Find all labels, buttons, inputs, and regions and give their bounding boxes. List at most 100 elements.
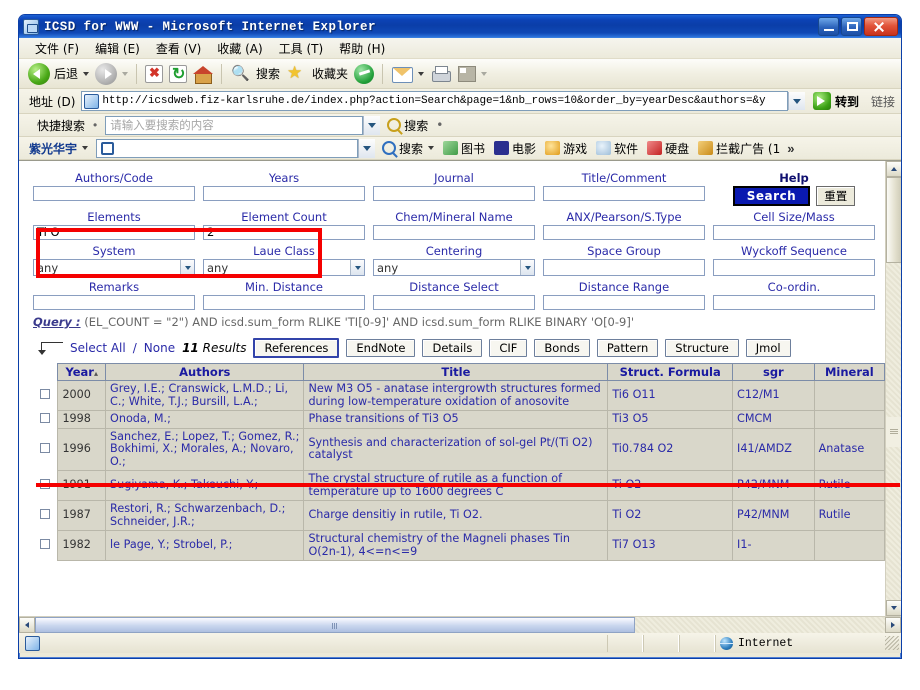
toolbar2-link-games[interactable]: 游戏: [545, 140, 587, 157]
field-journal[interactable]: Journal: [373, 169, 535, 206]
quick-search-bar[interactable]: 快捷搜索 • 请输入要搜索的内容 搜索 •: [19, 114, 901, 137]
back-button[interactable]: 后退: [25, 61, 92, 87]
go-button[interactable]: 转到: [812, 92, 859, 110]
edit-button[interactable]: [455, 61, 490, 87]
menu-item-help[interactable]: 帮助 (H): [333, 38, 395, 59]
search-submit-button[interactable]: Search: [732, 186, 811, 206]
cell-title[interactable]: Charge densitiy in rutile, Ti O2.: [303, 500, 609, 531]
favorites-button[interactable]: 收藏夹: [283, 61, 351, 87]
menu-item-view[interactable]: 查看 (V): [150, 38, 211, 59]
page-vertical-scrollbar[interactable]: [885, 161, 901, 616]
endnote-button[interactable]: EndNote: [346, 339, 416, 357]
resize-grip[interactable]: [885, 636, 899, 650]
column-header-authors[interactable]: Authors: [105, 363, 305, 381]
row-checkbox-cell[interactable]: [33, 381, 58, 411]
browser-toolbar[interactable]: 后退 搜索 收藏夹: [19, 59, 901, 89]
structure-button[interactable]: Structure: [665, 339, 739, 357]
field-space-group[interactable]: Space Group: [543, 242, 705, 276]
back-chevron-down-icon[interactable]: [83, 71, 90, 76]
column-header-title[interactable]: Title: [303, 363, 609, 381]
row-checkbox-cell[interactable]: [33, 501, 58, 531]
table-row[interactable]: 1998 Onoda, M.; Phase transitions of Ti3…: [33, 410, 885, 429]
toolbar2-brand-chevron-down-icon[interactable]: [82, 146, 89, 150]
table-row[interactable]: 1996 Sanchez, E.; Lopez, T.; Gomez, R.; …: [33, 427, 885, 471]
field-wyckoff-sequence-input[interactable]: [713, 259, 875, 276]
column-header-year[interactable]: Year▴: [57, 363, 107, 381]
field-element-count-input[interactable]: 2: [203, 225, 365, 240]
field-wyckoff-sequence[interactable]: Wyckoff Sequence: [713, 242, 875, 276]
table-row[interactable]: 2000 Grey, I.E.; Cranswick, L.M.D.; Li, …: [33, 380, 885, 411]
vertical-scroll-track[interactable]: [885, 263, 901, 417]
field-laue-class-select[interactable]: any: [203, 259, 365, 276]
vertical-scroll-track-lower[interactable]: [885, 446, 901, 600]
address-input[interactable]: http://icsdweb.fiz-karlsruhe.de/index.ph…: [81, 91, 788, 111]
field-laue-class[interactable]: Laue Class any: [203, 242, 365, 276]
horizontal-scroll-thumb[interactable]: [35, 616, 635, 633]
row-checkbox-cell[interactable]: [33, 428, 58, 471]
select-all-link[interactable]: Select All: [70, 341, 126, 355]
toolbar2-link-software[interactable]: 软件: [596, 140, 638, 157]
field-anx-pearson-stype[interactable]: ANX/Pearson/S.Type: [543, 208, 705, 240]
mail-chevron-down-icon[interactable]: [418, 71, 425, 76]
toolbar2-link-books[interactable]: 图书: [443, 140, 485, 157]
cell-authors[interactable]: Grey, I.E.; Cranswick, L.M.D.; Li, C.; W…: [105, 380, 305, 411]
field-remarks-input[interactable]: [33, 295, 195, 310]
field-system-select[interactable]: any: [33, 259, 195, 276]
column-header-formula[interactable]: Struct. Formula: [607, 363, 734, 381]
field-centering-chevron-down-icon[interactable]: [520, 260, 534, 275]
toolbar2-dropdown-button[interactable]: [358, 138, 376, 158]
toolbar2-link-adblock[interactable]: 拦截广告 (1: [698, 140, 780, 157]
pattern-button[interactable]: Pattern: [596, 339, 659, 357]
row-checkbox[interactable]: [40, 388, 51, 399]
field-distance-select-input[interactable]: [373, 295, 535, 310]
menu-item-favorites[interactable]: 收藏 (A): [211, 38, 272, 59]
mail-button[interactable]: [388, 61, 427, 87]
third-party-toolbar[interactable]: 紫光华宇 搜索 图书 电影 游戏 软件 硬盘 拦截广告 (1 »: [19, 137, 901, 160]
scroll-down-button[interactable]: [885, 600, 901, 616]
field-space-group-input[interactable]: [543, 259, 705, 276]
field-authors-code-input[interactable]: [33, 186, 195, 201]
toolbar2-link-movies[interactable]: 电影: [494, 140, 536, 157]
field-system-chevron-down-icon[interactable]: [180, 260, 194, 275]
horizontal-scroll-track[interactable]: [35, 616, 885, 633]
menu-item-edit[interactable]: 编辑 (E): [89, 38, 150, 59]
home-button[interactable]: [190, 61, 216, 87]
field-anx-pearson-stype-input[interactable]: [543, 225, 705, 240]
row-checkbox-cell[interactable]: [33, 531, 58, 561]
toolbar2-link-disk[interactable]: 硬盘: [647, 140, 689, 157]
menu-bar[interactable]: 文件 (F) 编辑 (E) 查看 (V) 收藏 (A) 工具 (T) 帮助 (H…: [19, 38, 901, 59]
field-title-comment-input[interactable]: [543, 186, 705, 201]
column-header-mineral[interactable]: Mineral: [813, 363, 885, 381]
field-min-distance-input[interactable]: [203, 295, 365, 310]
links-label[interactable]: 链接: [871, 93, 895, 110]
field-distance-select[interactable]: Distance Select: [373, 278, 535, 310]
scroll-left-button[interactable]: [19, 616, 35, 633]
forward-button[interactable]: [92, 61, 131, 87]
quick-search-go[interactable]: 搜索 •: [387, 117, 451, 134]
maximize-button[interactable]: [841, 17, 862, 36]
media-button[interactable]: [351, 61, 377, 87]
field-elements[interactable]: Elements Ti O: [33, 208, 195, 240]
jmol-button[interactable]: Jmol: [745, 339, 791, 357]
search-button[interactable]: 搜索: [227, 61, 283, 87]
refresh-button[interactable]: [166, 61, 190, 87]
address-bar[interactable]: 地址 (D) http://icsdweb.fiz-karlsruhe.de/i…: [19, 89, 901, 114]
reset-button[interactable]: 重置: [816, 186, 856, 206]
page-horizontal-scrollbar[interactable]: [19, 616, 901, 633]
cell-authors[interactable]: Onoda, M.;: [105, 410, 305, 429]
cell-authors[interactable]: Sanchez, E.; Lopez, T.; Gomez, R.; Bokhi…: [105, 427, 305, 471]
select-none-link[interactable]: None: [144, 341, 175, 355]
field-journal-input[interactable]: [373, 186, 535, 201]
field-authors-code[interactable]: Authors/Code: [33, 169, 195, 206]
cell-title[interactable]: Phase transitions of Ti3 O5: [303, 410, 609, 429]
field-elements-input[interactable]: Ti O: [33, 225, 195, 240]
edit-chevron-down-icon[interactable]: [481, 71, 488, 76]
quick-search-more-dot[interactable]: •: [436, 118, 443, 132]
address-dropdown-button[interactable]: [787, 92, 805, 110]
row-checkbox[interactable]: [40, 508, 51, 519]
field-chem-mineral-name[interactable]: Chem/Mineral Name: [373, 208, 535, 240]
quick-search-input[interactable]: 请输入要搜索的内容: [105, 115, 364, 135]
toolbar2-search-chevron-down-icon[interactable]: [428, 146, 435, 150]
field-cell-size-mass-input[interactable]: [713, 225, 875, 240]
cif-button[interactable]: CIF: [489, 339, 528, 357]
